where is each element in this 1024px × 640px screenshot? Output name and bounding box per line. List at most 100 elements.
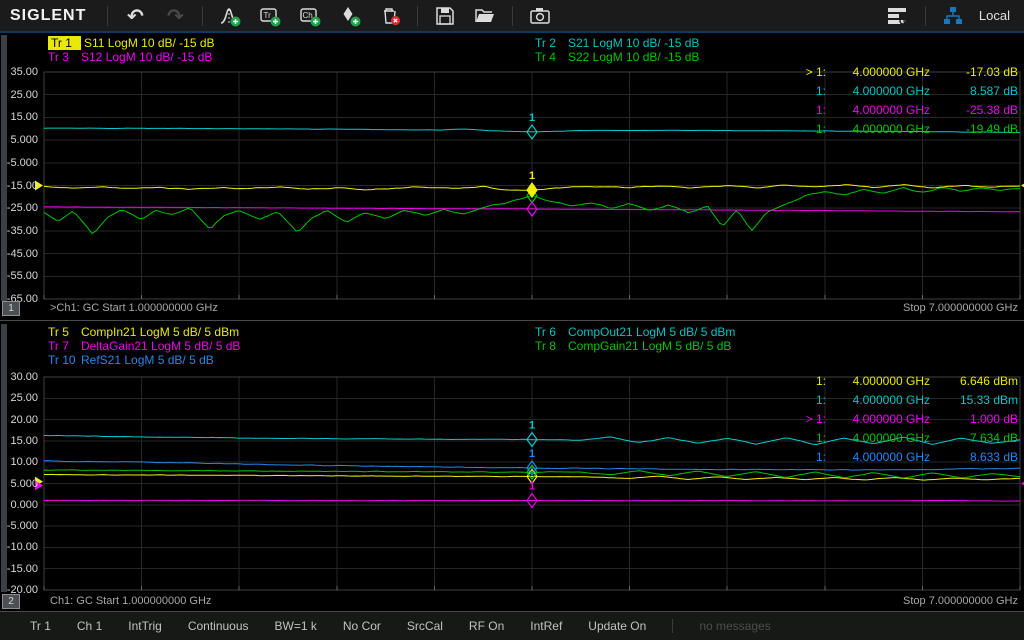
marker-value: -19.49 dB xyxy=(930,122,1018,136)
trace-id[interactable]: Tr 7 xyxy=(48,339,81,353)
trace-id[interactable]: Tr 4 xyxy=(535,50,568,64)
trace-label-tr8[interactable]: Tr 8CompGain21 LogM 5 dB/ 5 dB xyxy=(535,339,731,353)
marker-number: > 1: xyxy=(792,412,826,426)
sweep-stop-label: Stop 7.000000000 GHz xyxy=(903,595,1018,607)
trace-format: CompIn21 LogM 5 dB/ 5 dBm xyxy=(81,325,239,339)
status-item-inttrig[interactable]: IntTrig xyxy=(128,619,162,633)
marker-value: 1.000 dB xyxy=(930,412,1018,426)
channel-window-1: 11 35.0025.0015.005.000-5.000-15.00-25.0… xyxy=(0,33,1024,321)
trace-format: CompGain21 LogM 5 dB/ 5 dB xyxy=(568,339,731,353)
marker-readout-row: 1:4.000000 GHz15.33 dBm xyxy=(792,392,1018,408)
siglent-logo: SIGLENT xyxy=(0,7,100,25)
y-tick: 35.00 xyxy=(0,66,38,78)
status-item-no-cor[interactable]: No Cor xyxy=(343,619,381,633)
local-mode-label[interactable]: Local xyxy=(973,8,1024,23)
marker-readout-row: 1:4.000000 GHz-19.49 dB xyxy=(792,121,1018,137)
marker-readout-row: 1:4.000000 GHz8.633 dB xyxy=(792,449,1018,465)
status-item-ch-1[interactable]: Ch 1 xyxy=(77,619,102,633)
sweep-start-label: >Ch1: GC Start 1.000000000 GHz xyxy=(50,302,218,314)
redo-icon[interactable]: ↷ xyxy=(162,3,188,29)
marker-readout-row: > 1:4.000000 GHz-17.03 dB xyxy=(792,64,1018,80)
add-channel-icon[interactable]: Ch xyxy=(297,3,323,29)
y-tick: -5.000 xyxy=(0,520,38,532)
marker-number-label: 1 xyxy=(529,419,535,431)
sweep-stop-label: Stop 7.000000000 GHz xyxy=(903,302,1018,314)
trace-id[interactable]: Tr 5 xyxy=(48,325,81,339)
add-trace-icon[interactable]: Tr xyxy=(257,3,283,29)
channel-footer-1: >Ch1: GC Start 1.000000000 GHz Stop 7.00… xyxy=(0,301,1024,317)
status-item-update-on[interactable]: Update On xyxy=(588,619,646,633)
marker-number-label: 1 xyxy=(529,481,535,493)
status-item-intref[interactable]: IntRef xyxy=(530,619,562,633)
status-message: no messages xyxy=(699,619,770,633)
marker-frequency: 4.000000 GHz xyxy=(826,450,930,464)
trace-label-tr10[interactable]: Tr 10RefS21 LogM 5 dB/ 5 dB xyxy=(48,353,214,367)
trace-label-tr2[interactable]: Tr 2S21 LogM 10 dB/ -15 dB xyxy=(535,36,699,50)
sweep-start-label: Ch1: GC Start 1.000000000 GHz xyxy=(50,595,211,607)
y-tick: 10.00 xyxy=(0,456,38,468)
window-number-1[interactable]: 1 xyxy=(2,301,20,316)
y-tick: 15.00 xyxy=(0,435,38,447)
screenshot-icon[interactable] xyxy=(527,3,553,29)
marker-value: -17.03 dB xyxy=(930,65,1018,79)
y-tick: 15.00 xyxy=(0,111,38,123)
trace-id[interactable]: Tr 10 xyxy=(48,353,81,367)
marker-number: > 1: xyxy=(792,65,826,79)
trace-label-tr5[interactable]: Tr 5CompIn21 LogM 5 dB/ 5 dBm xyxy=(48,325,239,339)
trace-id[interactable]: Tr 3 xyxy=(48,50,81,64)
trace-label-tr3[interactable]: Tr 3S12 LogM 10 dB/ -15 dB xyxy=(48,50,212,64)
toolbar: SIGLENT ↶ ↷ Tr Ch xyxy=(0,0,1024,33)
marker-readout-row: > 1:4.000000 GHz1.000 dB xyxy=(792,411,1018,427)
marker-frequency: 4.000000 GHz xyxy=(826,65,930,79)
channel-footer-2: Ch1: GC Start 1.000000000 GHz Stop 7.000… xyxy=(0,594,1024,610)
trace-label-tr4[interactable]: Tr 4S22 LogM 10 dB/ -15 dB xyxy=(535,50,699,64)
svg-text:Tr: Tr xyxy=(264,11,272,20)
sna-screen: SIGLENT ↶ ↷ Tr Ch xyxy=(0,0,1024,640)
trace-id[interactable]: Tr 1 xyxy=(48,36,81,50)
marker-frequency: 4.000000 GHz xyxy=(826,84,930,98)
y-tick: -15.00 xyxy=(0,180,38,192)
y-tick: -35.00 xyxy=(0,225,38,237)
status-item-srccal[interactable]: SrcCal xyxy=(407,619,443,633)
status-item-bw-1-k[interactable]: BW=1 k xyxy=(275,619,317,633)
trace-id[interactable]: Tr 8 xyxy=(535,339,568,353)
y-tick: -55.00 xyxy=(0,270,38,282)
window-number-2[interactable]: 2 xyxy=(2,594,20,609)
marker-readout-row: 1:4.000000 GHz6.646 dBm xyxy=(792,373,1018,389)
undo-icon[interactable]: ↶ xyxy=(122,3,148,29)
marker-frequency: 4.000000 GHz xyxy=(826,431,930,445)
marker-frequency: 4.000000 GHz xyxy=(826,393,930,407)
marker-frequency: 4.000000 GHz xyxy=(826,412,930,426)
window-layout-icon[interactable] xyxy=(885,3,911,29)
status-item-rf-on[interactable]: RF On xyxy=(469,619,504,633)
add-marker-icon[interactable] xyxy=(337,3,363,29)
add-measurement-icon[interactable] xyxy=(217,3,243,29)
y-tick: -10.00 xyxy=(0,541,38,553)
y-tick: 0.000 xyxy=(0,499,38,511)
marker-value: 8.633 dB xyxy=(930,450,1018,464)
recall-icon[interactable] xyxy=(472,3,498,29)
status-item-continuous[interactable]: Continuous xyxy=(188,619,249,633)
trace-id[interactable]: Tr 2 xyxy=(535,36,568,50)
y-tick: 5.000 xyxy=(0,134,38,146)
channel-window-2: 111 30.0025.0020.0015.0010.005.0000.000-… xyxy=(0,322,1024,612)
marker-number: 1: xyxy=(792,393,826,407)
toolbar-divider xyxy=(202,6,203,26)
delete-icon[interactable] xyxy=(377,3,403,29)
toolbar-divider xyxy=(512,6,513,26)
save-icon[interactable] xyxy=(432,3,458,29)
network-icon[interactable] xyxy=(940,3,966,29)
trace-label-tr6[interactable]: Tr 6CompOut21 LogM 5 dB/ 5 dBm xyxy=(535,325,735,339)
y-tick: 20.00 xyxy=(0,414,38,426)
y-tick: -15.00 xyxy=(0,563,38,575)
marker-readout-row: 1:4.000000 GHz7.634 dB xyxy=(792,430,1018,446)
trace-label-tr7[interactable]: Tr 7DeltaGain21 LogM 5 dB/ 5 dB xyxy=(48,339,240,353)
status-item-tr-1[interactable]: Tr 1 xyxy=(30,619,51,633)
toolbar-divider xyxy=(925,6,926,26)
trace-label-tr1[interactable]: Tr 1S11 LogM 10 dB/ -15 dB xyxy=(48,36,215,50)
trace-id[interactable]: Tr 6 xyxy=(535,325,568,339)
marker-frequency: 4.000000 GHz xyxy=(826,122,930,136)
svg-text:Ch: Ch xyxy=(303,11,313,20)
marker-number-label: 1 xyxy=(529,170,535,182)
marker-value: 7.634 dB xyxy=(930,431,1018,445)
